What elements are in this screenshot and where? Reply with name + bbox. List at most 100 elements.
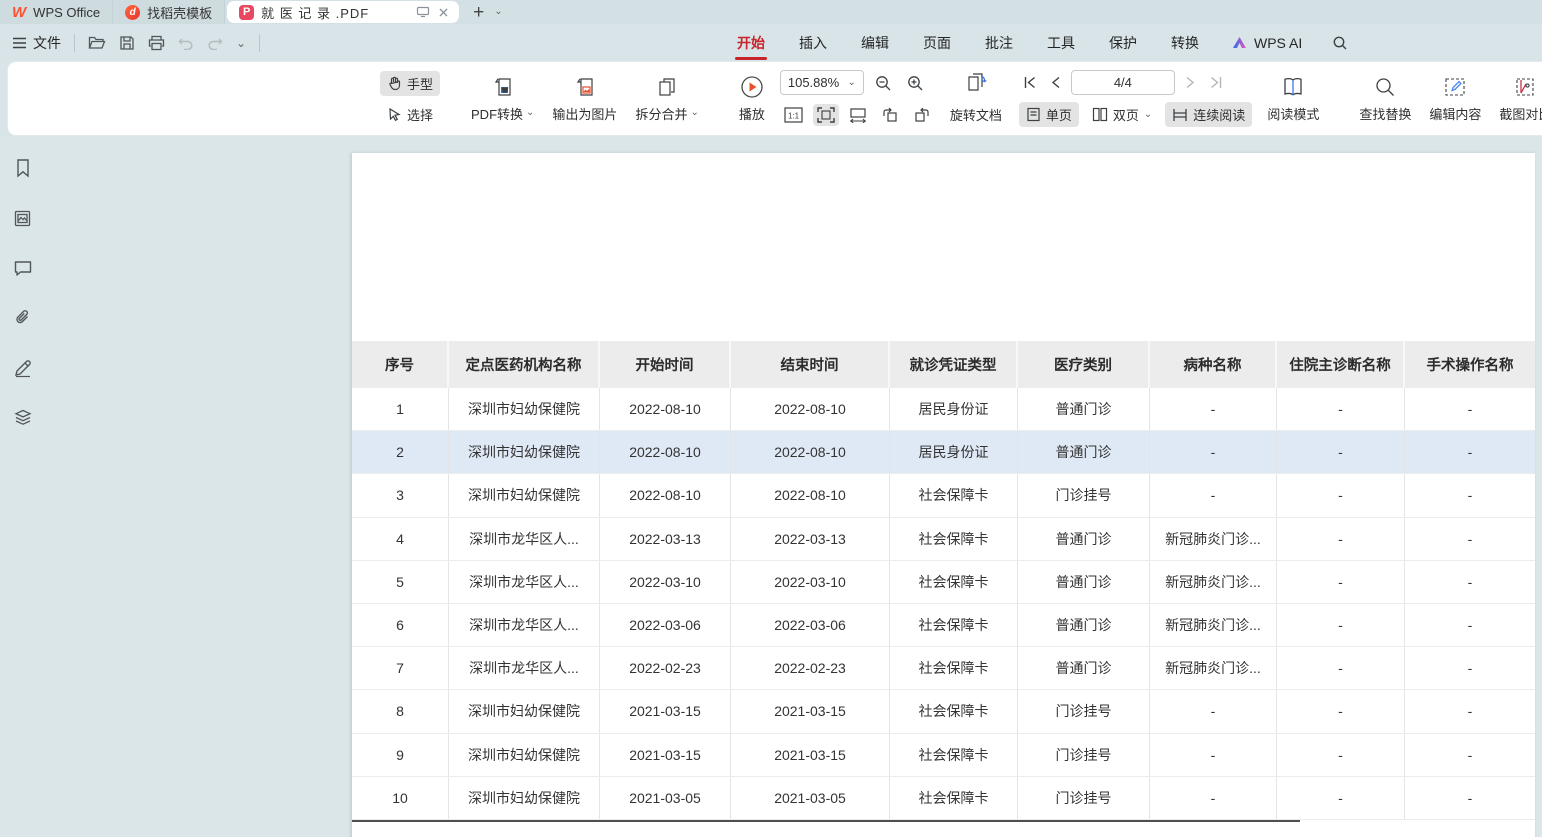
new-tab-icon[interactable]: +: [473, 3, 484, 22]
split-merge-icon: [656, 75, 678, 99]
table-row[interactable]: 6深圳市龙华区人...2022-03-062022-03-06社会保障卡普通门诊…: [352, 604, 1535, 647]
export-image-button[interactable]: 输出为图片: [543, 71, 626, 127]
table-cell: 2022-02-23: [731, 647, 890, 689]
table-row[interactable]: 3深圳市妇幼保健院2022-08-102022-08-10社会保障卡门诊挂号--…: [352, 474, 1535, 517]
table-cell: 社会保障卡: [890, 474, 1018, 516]
zoom-in-icon[interactable]: [902, 71, 928, 95]
double-page-button[interactable]: 双页 ⌄: [1085, 102, 1159, 127]
rotate-right-icon[interactable]: [909, 104, 935, 126]
comment-icon[interactable]: [10, 255, 36, 281]
split-merge-button[interactable]: 拆分合并⌄: [626, 71, 707, 127]
column-header: 病种名称: [1150, 341, 1277, 388]
menu-tab-comment[interactable]: 批注: [983, 26, 1015, 60]
table-row[interactable]: 1深圳市妇幼保健院2022-08-102022-08-10居民身份证普通门诊--…: [352, 388, 1535, 431]
quickbar-chevron-icon[interactable]: ⌄: [236, 37, 246, 49]
table-cell: 2022-08-10: [731, 431, 890, 473]
zoom-level-select[interactable]: 105.88% ⌄: [780, 70, 864, 95]
redo-icon[interactable]: [207, 36, 223, 50]
table-row[interactable]: 8深圳市妇幼保健院2021-03-152021-03-15社会保障卡门诊挂号--…: [352, 690, 1535, 733]
edit-content-icon: [1443, 75, 1467, 99]
tab-document-pdf[interactable]: P 就 医 记 录 .PDF: [227, 1, 459, 23]
file-menu-button[interactable]: 文件: [12, 33, 61, 53]
table-cell: 深圳市妇幼保健院: [449, 388, 600, 430]
table-cell: 社会保障卡: [890, 690, 1018, 732]
pdf-convert-label: PDF转换: [471, 104, 523, 123]
undo-icon[interactable]: [178, 36, 194, 50]
split-merge-label: 拆分合并: [635, 104, 687, 123]
table-cell: -: [1405, 604, 1535, 646]
menu-tab-tools[interactable]: 工具: [1045, 26, 1077, 60]
svg-text:1:1: 1:1: [788, 111, 800, 120]
export-image-icon: [574, 75, 596, 99]
actual-size-button[interactable]: 1:1: [780, 104, 807, 126]
layers-icon[interactable]: [10, 405, 36, 431]
next-page-icon[interactable]: [1181, 73, 1199, 92]
hand-tool-label: 手型: [407, 74, 433, 93]
hand-tool-button[interactable]: 手型: [380, 71, 440, 96]
attachment-icon[interactable]: [10, 305, 36, 331]
rotate-left-icon[interactable]: [877, 104, 903, 126]
table-cell: -: [1277, 777, 1405, 819]
table-cell: 2021-03-05: [600, 777, 731, 819]
table-row[interactable]: 10深圳市妇幼保健院2021-03-052021-03-05社会保障卡门诊挂号-…: [352, 777, 1535, 820]
rotate-document-button[interactable]: 旋转文档: [943, 102, 1009, 127]
table-row[interactable]: 7深圳市龙华区人...2022-02-232022-02-23社会保障卡普通门诊…: [352, 647, 1535, 690]
wps-ai-button[interactable]: WPS AI: [1231, 35, 1302, 51]
menu-tab-page[interactable]: 页面: [921, 26, 953, 60]
screenshot-compare-button[interactable]: 截图对比: [1490, 71, 1542, 127]
single-page-button[interactable]: 单页: [1019, 102, 1079, 127]
last-page-icon[interactable]: [1205, 73, 1227, 92]
page-number-input[interactable]: 4/4: [1071, 70, 1175, 95]
read-mode-button[interactable]: 阅读模式: [1258, 71, 1328, 127]
menu-tab-protect[interactable]: 保护: [1107, 26, 1139, 60]
menu-tab-home[interactable]: 开始: [735, 26, 767, 60]
table-row[interactable]: 4深圳市龙华区人...2022-03-132022-03-13社会保障卡普通门诊…: [352, 518, 1535, 561]
continuous-read-icon: [1172, 108, 1188, 122]
ribbon-toolbar: 手型 选择 W PDF转换⌄: [8, 62, 1542, 135]
fit-width-button[interactable]: [845, 104, 871, 126]
tab-wps-office[interactable]: W WPS Office: [0, 0, 113, 24]
menu-search-icon[interactable]: [1332, 35, 1348, 51]
tab-docer-templates[interactable]: d 找稻壳模板: [113, 0, 225, 24]
rotate-document-label: 旋转文档: [950, 105, 1002, 124]
find-replace-button[interactable]: 查找替换: [1350, 71, 1420, 127]
table-cell: -: [1150, 474, 1277, 516]
table-row[interactable]: 2深圳市妇幼保健院2022-08-102022-08-10居民身份证普通门诊--…: [352, 431, 1535, 474]
select-tool-button[interactable]: 选择: [380, 102, 440, 127]
first-page-icon[interactable]: [1019, 73, 1041, 92]
table-body: 1深圳市妇幼保健院2022-08-102022-08-10居民身份证普通门诊--…: [352, 388, 1535, 820]
save-icon[interactable]: [119, 35, 135, 51]
table-cell: 深圳市龙华区人...: [449, 561, 600, 603]
pdf-convert-button[interactable]: W PDF转换⌄: [462, 71, 543, 127]
thumbnail-icon[interactable]: [10, 205, 36, 231]
tab-label: 就 医 记 录 .PDF: [261, 3, 409, 22]
close-tab-icon[interactable]: [438, 7, 449, 18]
table-bottom-border: [352, 820, 1300, 823]
zoom-out-icon[interactable]: [870, 71, 896, 95]
pdf-file-icon: P: [239, 5, 254, 20]
menu-tab-edit[interactable]: 编辑: [859, 26, 891, 60]
signature-icon[interactable]: [10, 355, 36, 381]
ribbon-menu: 开始 插入 编辑 页面 批注 工具 保护 转换 WPS AI: [735, 26, 1348, 60]
bookmark-icon[interactable]: [10, 155, 36, 181]
table-cell: 普通门诊: [1018, 561, 1150, 603]
play-button[interactable]: 播放: [730, 71, 774, 127]
table-cell: 2022-03-13: [731, 518, 890, 560]
device-monitor-icon[interactable]: [416, 6, 430, 18]
fit-page-button[interactable]: [813, 104, 839, 126]
continuous-read-button[interactable]: 连续阅读: [1165, 102, 1252, 127]
menu-tab-convert[interactable]: 转换: [1169, 26, 1201, 60]
previous-page-icon[interactable]: [1047, 73, 1065, 92]
table-cell: -: [1150, 690, 1277, 732]
edit-content-button[interactable]: 编辑内容: [1420, 71, 1490, 127]
table-row[interactable]: 9深圳市妇幼保健院2021-03-152021-03-15社会保障卡门诊挂号--…: [352, 734, 1535, 777]
wps-pdf-window: W WPS Office d 找稻壳模板 P 就 医 记 录 .PDF: [0, 0, 1542, 837]
tab-list-chevron-icon[interactable]: ⌄: [494, 7, 502, 17]
open-file-icon[interactable]: [88, 35, 106, 50]
print-icon[interactable]: [148, 35, 165, 51]
cursor-icon: [387, 107, 402, 122]
menu-tab-insert[interactable]: 插入: [797, 26, 829, 60]
pdf-page[interactable]: 序号定点医药机构名称开始时间结束时间就诊凭证类型医疗类别病种名称住院主诊断名称手…: [352, 153, 1535, 837]
table-cell: 社会保障卡: [890, 604, 1018, 646]
table-row[interactable]: 5深圳市龙华区人...2022-03-102022-03-10社会保障卡普通门诊…: [352, 561, 1535, 604]
